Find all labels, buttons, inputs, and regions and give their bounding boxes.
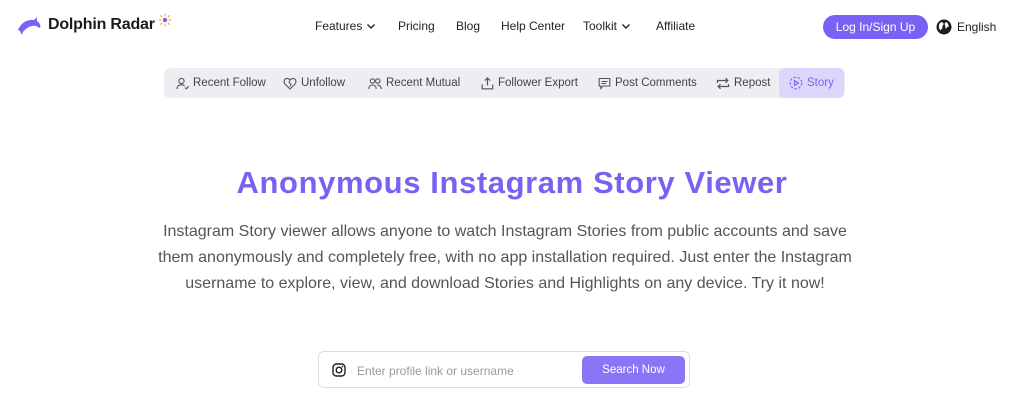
tool-tabs: Recent Follow Unfollow Recent Mutual Fol… <box>164 68 845 98</box>
tab-follower-export-label: Follower Export <box>498 77 578 89</box>
story-icon <box>789 76 803 90</box>
tab-recent-follow[interactable]: Recent Follow <box>176 68 266 98</box>
brand-name: Dolphin Radar <box>48 16 155 33</box>
tab-recent-mutual-label: Recent Mutual <box>386 77 461 89</box>
nav-affiliate-label: Affiliate <box>656 19 696 33</box>
search-input[interactable] <box>355 360 579 382</box>
tab-post-comments-label: Post Comments <box>615 77 697 89</box>
dolphin-icon <box>18 17 41 35</box>
logo[interactable]: Dolphin Radar <box>16 13 172 36</box>
export-icon <box>481 76 494 89</box>
nav-help-center[interactable]: Help Center <box>501 19 565 33</box>
hero-description: Instagram Story viewer allows anyone to … <box>158 223 852 292</box>
nav-blog[interactable]: Blog <box>456 19 480 33</box>
chevron-down-icon <box>367 24 376 29</box>
broken-heart-icon <box>283 77 297 90</box>
site-header: Dolphin Radar Features Pricing Blog Help… <box>0 0 1024 54</box>
nav-toolkit[interactable]: Toolkit <box>583 19 631 33</box>
nav-affiliate[interactable]: Affiliate <box>656 19 695 33</box>
tab-unfollow-label: Unfollow <box>301 77 346 89</box>
tab-repost[interactable]: Repost <box>716 68 770 98</box>
nav-features-label: Features <box>315 19 363 33</box>
page-title: Anonymous Instagram Story Viewer <box>236 165 788 200</box>
globe-icon <box>936 19 952 35</box>
instagram-icon <box>332 363 346 377</box>
tab-recent-follow-label: Recent Follow <box>193 77 266 89</box>
repost-icon <box>716 77 730 89</box>
language-label: English <box>957 20 997 34</box>
nav-pricing-label: Pricing <box>398 19 435 33</box>
tab-story-label: Story <box>807 77 834 89</box>
nav-toolkit-label: Toolkit <box>583 19 618 33</box>
tab-recent-mutual[interactable]: Recent Mutual <box>368 68 460 98</box>
chevron-down-icon <box>622 24 631 29</box>
tab-repost-label: Repost <box>734 77 771 89</box>
nav-pricing[interactable]: Pricing <box>398 19 435 33</box>
comment-icon <box>598 77 611 90</box>
tab-story[interactable]: Story <box>779 68 844 98</box>
users-icon <box>368 77 382 89</box>
sparkle-icon <box>158 13 172 27</box>
nav-blog-label: Blog <box>456 19 481 33</box>
tab-unfollow[interactable]: Unfollow <box>283 68 345 98</box>
user-follow-icon <box>176 77 189 90</box>
nav-help-center-label: Help Center <box>501 19 566 33</box>
nav-features[interactable]: Features <box>315 19 376 33</box>
tab-follower-export[interactable]: Follower Export <box>481 68 578 98</box>
search-box: Search Now <box>318 351 690 388</box>
tab-post-comments[interactable]: Post Comments <box>598 68 697 98</box>
search-button[interactable]: Search Now <box>582 356 685 384</box>
language-selector[interactable]: English <box>936 19 996 35</box>
login-signup-button[interactable]: Log In/Sign Up <box>823 15 928 39</box>
